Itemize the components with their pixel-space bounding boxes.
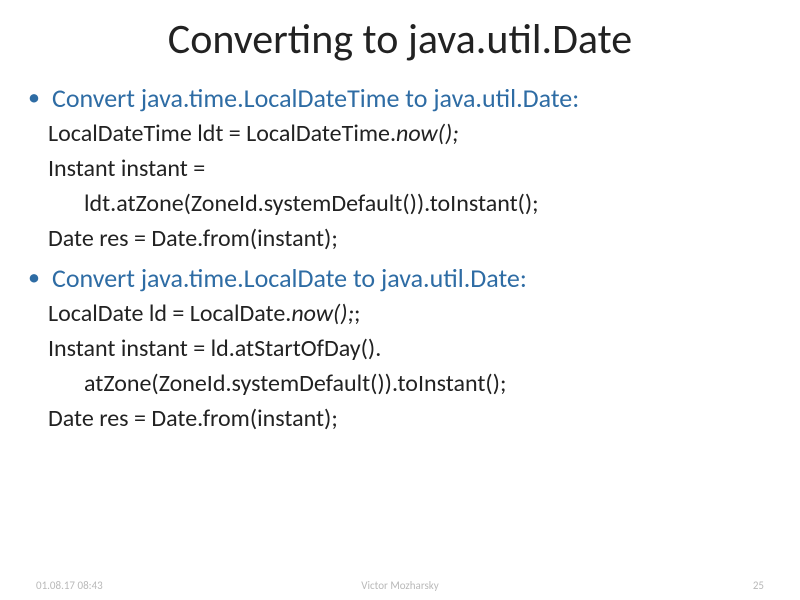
code-text: LocalDateTime ldt = LocalDateTime. — [48, 119, 396, 148]
code-italic: now(); — [291, 299, 354, 328]
bullet-icon: • — [28, 81, 40, 115]
code-line: ldt.atZone(ZoneId.systemDefault()).toIns… — [48, 187, 762, 220]
footer-author: Victor Mozharsky — [361, 579, 439, 592]
code-line: Date res = Date.from(instant); — [48, 222, 762, 255]
slide-footer: 01.08.17 08:43 Victor Mozharsky 25 — [0, 579, 800, 592]
code-post: ; — [354, 299, 360, 328]
footer-page-number: 25 — [753, 579, 764, 592]
code-text: Instant instant = — [48, 154, 205, 183]
bullet-item: • Convert java.time.LocalDate to java.ut… — [48, 261, 762, 295]
code-text: Instant instant = ld.atStartOfDay(). — [48, 334, 381, 363]
bullet-item: • Convert java.time.LocalDateTime to jav… — [48, 81, 762, 115]
footer-date: 01.08.17 08:43 — [36, 579, 103, 592]
code-line: Instant instant = ld.atStartOfDay(). — [48, 332, 762, 365]
code-text: ldt.atZone(ZoneId.systemDefault()).toIns… — [84, 189, 539, 218]
code-line: Date res = Date.from(instant); — [48, 402, 762, 435]
code-text: Date res = Date.from(instant); — [48, 224, 338, 253]
bullet-heading: Convert java.time.LocalDateTime to java.… — [52, 81, 579, 115]
bullet-heading: Convert java.time.LocalDate to java.util… — [52, 261, 527, 295]
code-line: LocalDate ld = LocalDate.now();; — [48, 297, 762, 330]
code-line: Instant instant = — [48, 152, 762, 185]
slide-title: Converting to java.util.Date — [0, 0, 800, 75]
code-line: LocalDateTime ldt = LocalDateTime.now(); — [48, 117, 762, 150]
code-text: Date res = Date.from(instant); — [48, 404, 338, 433]
code-text: LocalDate ld = LocalDate. — [48, 299, 291, 328]
slide-content: • Convert java.time.LocalDateTime to jav… — [0, 81, 800, 435]
code-italic: now(); — [396, 119, 459, 148]
code-line: atZone(ZoneId.systemDefault()).toInstant… — [48, 367, 762, 400]
bullet-icon: • — [28, 261, 40, 295]
code-text: atZone(ZoneId.systemDefault()).toInstant… — [84, 369, 506, 398]
